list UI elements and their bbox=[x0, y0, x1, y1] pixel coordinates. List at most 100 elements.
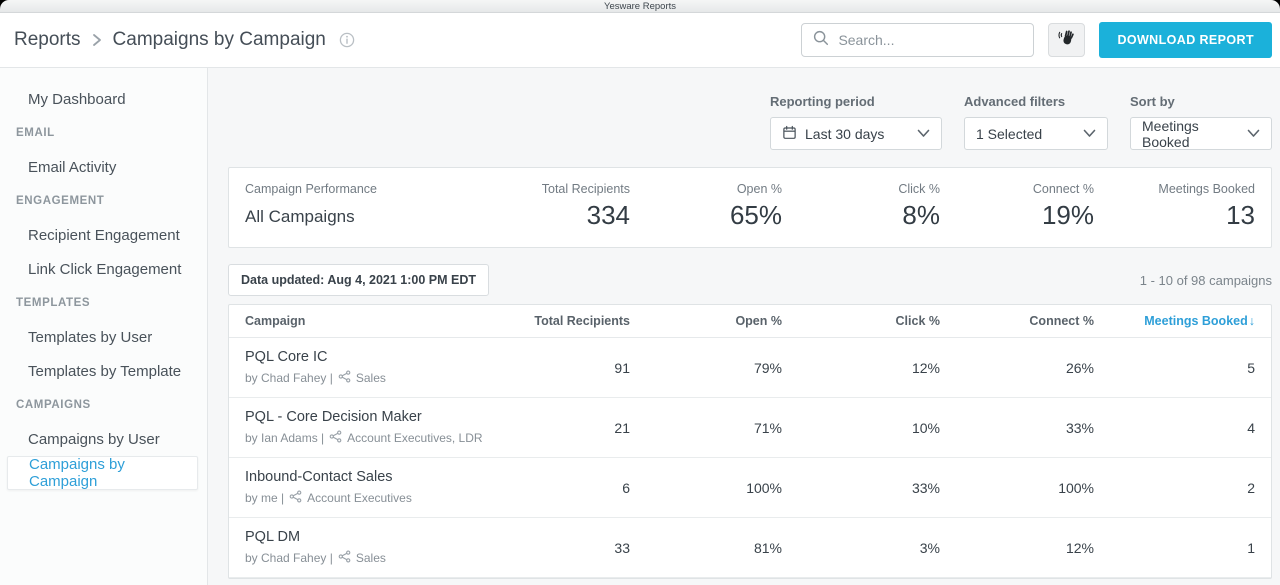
sidebar-item-templates-by-template[interactable]: Templates by Template bbox=[0, 354, 207, 388]
chevron-down-icon bbox=[917, 129, 930, 138]
campaign-name[interactable]: PQL - Core Decision Maker bbox=[245, 409, 502, 425]
page-title: Campaigns by Campaign bbox=[113, 29, 326, 51]
column-header-label: Meetings Booked bbox=[1144, 314, 1248, 328]
sidebar-item-label: Templates by Template bbox=[28, 363, 181, 380]
campaign-team: Account Executives, LDR bbox=[347, 431, 482, 445]
total-recipients-cell: 6 bbox=[502, 480, 630, 496]
filter-label: Sort by bbox=[1130, 94, 1272, 109]
sidebar-section-templates: TEMPLATES bbox=[0, 286, 207, 320]
campaign-subline: by Chad Fahey | Sales bbox=[245, 370, 502, 386]
window-title: Yesware Reports bbox=[604, 1, 676, 12]
column-header-label: Click % bbox=[896, 314, 940, 328]
open-pct-cell: 81% bbox=[630, 540, 782, 556]
column-header-label: Open % bbox=[735, 314, 782, 328]
sort-descending-icon: ↓ bbox=[1249, 314, 1255, 328]
breadcrumb-reports-link[interactable]: Reports bbox=[14, 29, 81, 51]
filter-dropdown[interactable]: Meetings Booked bbox=[1130, 117, 1272, 150]
filters-row: Reporting period Last 30 days Advanced f… bbox=[228, 94, 1272, 150]
summary-card: Campaign Performance All Campaigns Total… bbox=[228, 167, 1272, 248]
campaign-team: Sales bbox=[356, 551, 386, 565]
column-header[interactable]: Connect % bbox=[940, 314, 1094, 328]
search-box[interactable] bbox=[801, 23, 1034, 57]
column-header[interactable]: Meetings Booked↓ bbox=[1094, 314, 1255, 328]
sidebar-section-campaigns: CAMPAIGNS bbox=[0, 388, 207, 422]
search-input[interactable] bbox=[838, 32, 1023, 48]
app-body: My Dashboard EMAIL Email Activity ENGAGE… bbox=[0, 68, 1280, 585]
campaign-subline: by Ian Adams | Account Executives, LDR bbox=[245, 430, 502, 446]
metric-label: Open % bbox=[630, 182, 782, 196]
Inbound-Contact Sales[interactable]: Inbound-Contact Sales by me | Account Ex… bbox=[229, 458, 1271, 518]
sidebar-section-email: EMAIL bbox=[0, 116, 207, 150]
download-report-button[interactable]: DOWNLOAD REPORT bbox=[1099, 22, 1272, 58]
campaigns-table: Campaign Total Recipients Open % Click % bbox=[228, 304, 1272, 579]
calendar-icon bbox=[782, 125, 797, 143]
sidebar-item-label: Link Click Engagement bbox=[28, 261, 181, 278]
metric-value: 334 bbox=[502, 200, 630, 231]
metric-value: 8% bbox=[782, 200, 940, 231]
metric-label: Click % bbox=[782, 182, 940, 196]
campaign-subline: by me | Account Executives bbox=[245, 490, 502, 506]
meetings-booked-cell: 5 bbox=[1094, 360, 1255, 376]
click-pct-cell: 33% bbox=[782, 480, 940, 496]
sidebar-item-link-click-engagement[interactable]: Link Click Engagement bbox=[0, 252, 207, 286]
sidebar-section-engagement: ENGAGEMENT bbox=[0, 184, 207, 218]
campaign-name[interactable]: Inbound-Contact Sales bbox=[245, 469, 502, 485]
total-recipients-cell: 91 bbox=[502, 360, 630, 376]
PQL DM[interactable]: PQL DM by Chad Fahey | Sales 33 81% 3% 1… bbox=[229, 518, 1271, 578]
campaign-cell: Inbound-Contact Sales by me | Account Ex… bbox=[245, 469, 502, 506]
sidebar-item-label: EMAIL bbox=[16, 127, 55, 139]
sidebar-item-email-activity[interactable]: Email Activity bbox=[0, 150, 207, 184]
sidebar-item-campaigns-by-campaign[interactable]: Campaigns by Campaign bbox=[7, 456, 198, 490]
PQL - Core Decision Maker[interactable]: PQL - Core Decision Maker by Ian Adams |… bbox=[229, 398, 1271, 458]
metric-value: 13 bbox=[1094, 200, 1255, 231]
summary-title: All Campaigns bbox=[245, 207, 502, 227]
data-updated-badge: Data updated: Aug 4, 2021 1:00 PM EDT bbox=[228, 264, 489, 296]
filter-value: Meetings Booked bbox=[1142, 118, 1239, 150]
reporting-period-filter: Reporting period Last 30 days bbox=[770, 94, 942, 150]
sidebar-item-my-dashboard[interactable]: My Dashboard bbox=[0, 82, 207, 116]
campaign-name[interactable]: PQL DM bbox=[245, 529, 502, 545]
metric: Total Recipients 334 bbox=[502, 182, 630, 231]
PQL Core IC[interactable]: PQL Core IC by Chad Fahey | Sales 91 79%… bbox=[229, 338, 1271, 398]
sidebar-item-label: Campaigns by Campaign bbox=[29, 456, 197, 490]
pagination-status: 1 - 10 of 98 campaigns bbox=[1140, 273, 1272, 288]
metric: Open % 65% bbox=[630, 182, 782, 231]
metric: Click % 8% bbox=[782, 182, 940, 231]
sidebar-item-label: My Dashboard bbox=[28, 91, 126, 108]
summary-header: Campaign Performance All Campaigns bbox=[245, 182, 502, 227]
metric-value: 19% bbox=[940, 200, 1094, 231]
sidebar-item-templates-by-user[interactable]: Templates by User bbox=[0, 320, 207, 354]
share-icon bbox=[338, 370, 351, 386]
column-header[interactable]: Total Recipients bbox=[502, 314, 630, 328]
metric: Connect % 19% bbox=[940, 182, 1094, 231]
campaign-team: Account Executives bbox=[307, 491, 412, 505]
advanced-filters-filter: Advanced filters 1 Selected bbox=[964, 94, 1108, 150]
campaign-team: Sales bbox=[356, 371, 386, 385]
share-icon bbox=[329, 430, 342, 446]
click-pct-cell: 3% bbox=[782, 540, 940, 556]
column-header[interactable]: Click % bbox=[782, 314, 940, 328]
filter-dropdown[interactable]: Last 30 days bbox=[770, 117, 942, 150]
total-recipients-cell: 33 bbox=[502, 540, 630, 556]
filter-value: 1 Selected bbox=[976, 126, 1042, 142]
open-pct-cell: 100% bbox=[630, 480, 782, 496]
meetings-booked-cell: 1 bbox=[1094, 540, 1255, 556]
sidebar-item-recipient-engagement[interactable]: Recipient Engagement bbox=[0, 218, 207, 252]
chevron-right-icon bbox=[92, 32, 102, 48]
summary-label: Campaign Performance bbox=[245, 182, 502, 196]
click-pct-cell: 12% bbox=[782, 360, 940, 376]
column-header-label: Campaign bbox=[245, 314, 305, 328]
campaign-owner: by me | bbox=[245, 491, 284, 505]
sidebar-item-campaigns-by-user[interactable]: Campaigns by User bbox=[0, 422, 207, 456]
campaign-name[interactable]: PQL Core IC bbox=[245, 349, 502, 365]
meetings-booked-cell: 4 bbox=[1094, 420, 1255, 436]
filter-dropdown[interactable]: 1 Selected bbox=[964, 117, 1108, 150]
column-header[interactable]: Campaign bbox=[245, 314, 502, 328]
connect-pct-cell: 12% bbox=[940, 540, 1094, 556]
wave-hand-button[interactable] bbox=[1048, 23, 1085, 57]
info-icon[interactable] bbox=[339, 32, 355, 48]
topbar-actions: DOWNLOAD REPORT bbox=[801, 22, 1272, 58]
chevron-down-icon bbox=[1247, 129, 1260, 138]
column-header[interactable]: Open % bbox=[630, 314, 782, 328]
campaign-owner: by Ian Adams | bbox=[245, 431, 324, 445]
